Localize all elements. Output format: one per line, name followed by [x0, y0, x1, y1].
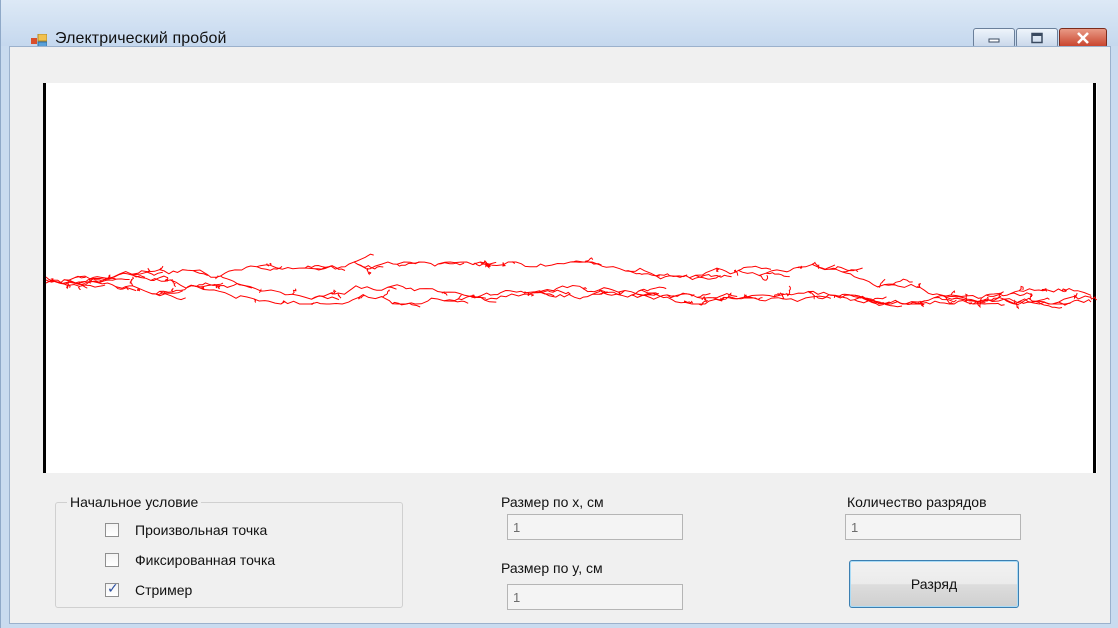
streamer-branch	[950, 290, 956, 296]
streamer-branch	[353, 253, 374, 263]
streamer-branch	[292, 288, 297, 295]
streamer-branch	[484, 299, 497, 303]
streamer-branch	[758, 274, 769, 281]
minimize-icon	[988, 38, 1000, 43]
streamer-branch	[129, 276, 135, 287]
streamer-branch	[738, 265, 772, 271]
random-point-checkbox[interactable]: ✓	[105, 523, 119, 537]
option-streamer[interactable]: ✓ Стример	[105, 580, 193, 598]
streamer-branch	[842, 267, 863, 273]
streamer-branch	[892, 278, 913, 285]
streamer-checkbox[interactable]: ✓	[105, 580, 119, 597]
streamer-branch	[1010, 292, 1032, 297]
streamer-label: Стример	[135, 582, 193, 598]
initial-condition-legend: Начальное условие	[67, 494, 202, 510]
check-icon: ✓	[107, 580, 119, 596]
discharge-canvas	[43, 83, 1097, 473]
size-x-input[interactable]	[507, 514, 683, 540]
maximize-icon	[1031, 32, 1043, 44]
discharge-streamer	[45, 253, 1097, 310]
title-bar[interactable]: Электрический пробой	[1, 0, 1118, 48]
app-window: Электрический пробой Начальное условие П…	[0, 0, 1118, 628]
size-y-input[interactable]	[507, 584, 683, 610]
minimize-button[interactable]	[973, 28, 1015, 48]
maximize-button[interactable]	[1016, 28, 1058, 48]
fixed-point-checkbox[interactable]: ✓	[105, 553, 119, 567]
size-y-label: Размер по y, см	[501, 560, 603, 576]
streamer-branch	[304, 264, 327, 269]
close-button[interactable]	[1059, 28, 1107, 48]
streamer-branch	[916, 282, 921, 288]
streamer-branch	[1018, 285, 1024, 292]
discharge-button[interactable]: Разряд	[849, 560, 1019, 608]
streamer-branch	[444, 300, 469, 304]
streamer-branch	[728, 292, 732, 297]
discharge-count-input[interactable]	[845, 514, 1021, 540]
option-fixed-point[interactable]: ✓ Фиксированная точка	[105, 552, 275, 568]
streamer-trunk	[45, 276, 1092, 305]
streamer-branch	[933, 296, 957, 303]
streamer-branch	[765, 272, 790, 278]
fixed-point-label: Фиксированная точка	[135, 552, 276, 568]
size-x-label: Размер по x, см	[501, 494, 604, 510]
streamer-branch	[170, 287, 174, 292]
streamer-branch	[381, 289, 390, 298]
streamer-branch	[387, 286, 397, 290]
discharge-count-label: Количество разрядов	[847, 494, 987, 510]
option-random-point[interactable]: ✓ Произвольная точка	[105, 522, 267, 538]
discharge-drawing	[43, 83, 1097, 473]
streamer-branch	[159, 265, 164, 271]
streamer-branch	[155, 292, 186, 301]
close-icon	[1077, 32, 1089, 44]
streamer-branch	[392, 301, 421, 308]
random-point-label: Произвольная точка	[135, 522, 268, 538]
